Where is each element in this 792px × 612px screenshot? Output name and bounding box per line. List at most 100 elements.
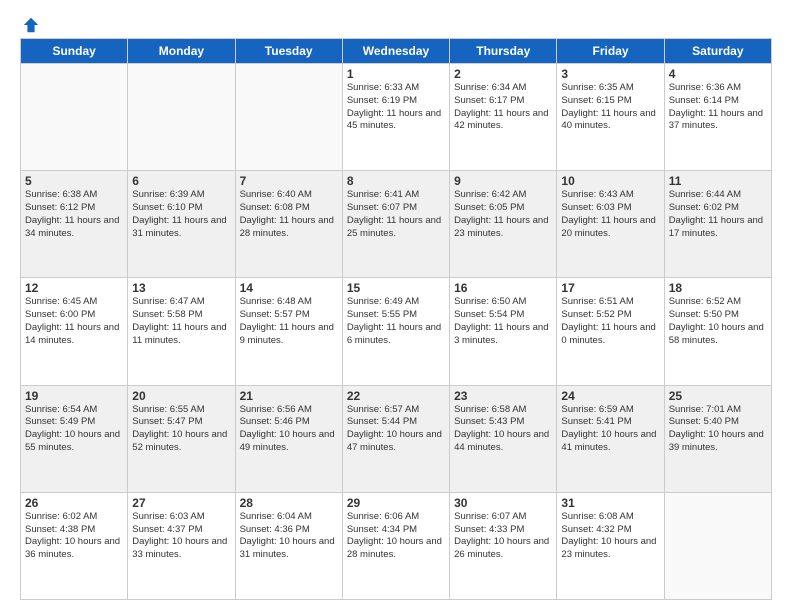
day-info: Sunrise: 6:59 AM Sunset: 5:41 PM Dayligh… <box>561 404 659 455</box>
logo-icon <box>22 16 40 34</box>
day-number: 7 <box>240 174 338 188</box>
day-number: 12 <box>25 281 123 295</box>
day-info: Sunrise: 6:08 AM Sunset: 4:32 PM Dayligh… <box>561 511 659 562</box>
calendar-week-row: 12Sunrise: 6:45 AM Sunset: 6:00 PM Dayli… <box>21 278 772 385</box>
calendar-day-cell: 12Sunrise: 6:45 AM Sunset: 6:00 PM Dayli… <box>21 278 128 385</box>
day-info: Sunrise: 6:42 AM Sunset: 6:05 PM Dayligh… <box>454 189 552 240</box>
calendar-day-cell: 19Sunrise: 6:54 AM Sunset: 5:49 PM Dayli… <box>21 385 128 492</box>
logo-text <box>20 16 40 34</box>
calendar-day-cell <box>664 492 771 599</box>
calendar-day-cell: 13Sunrise: 6:47 AM Sunset: 5:58 PM Dayli… <box>128 278 235 385</box>
weekday-header-cell: Thursday <box>450 39 557 64</box>
day-number: 24 <box>561 389 659 403</box>
day-number: 17 <box>561 281 659 295</box>
calendar-day-cell: 22Sunrise: 6:57 AM Sunset: 5:44 PM Dayli… <box>342 385 449 492</box>
day-number: 16 <box>454 281 552 295</box>
calendar-day-cell: 17Sunrise: 6:51 AM Sunset: 5:52 PM Dayli… <box>557 278 664 385</box>
calendar-day-cell: 24Sunrise: 6:59 AM Sunset: 5:41 PM Dayli… <box>557 385 664 492</box>
weekday-header-cell: Saturday <box>664 39 771 64</box>
calendar-day-cell: 11Sunrise: 6:44 AM Sunset: 6:02 PM Dayli… <box>664 171 771 278</box>
day-info: Sunrise: 6:50 AM Sunset: 5:54 PM Dayligh… <box>454 296 552 347</box>
calendar-day-cell: 31Sunrise: 6:08 AM Sunset: 4:32 PM Dayli… <box>557 492 664 599</box>
weekday-header-cell: Wednesday <box>342 39 449 64</box>
calendar-day-cell: 1Sunrise: 6:33 AM Sunset: 6:19 PM Daylig… <box>342 64 449 171</box>
day-number: 10 <box>561 174 659 188</box>
weekday-header-cell: Friday <box>557 39 664 64</box>
day-number: 9 <box>454 174 552 188</box>
day-info: Sunrise: 6:47 AM Sunset: 5:58 PM Dayligh… <box>132 296 230 347</box>
day-number: 11 <box>669 174 767 188</box>
calendar-day-cell: 10Sunrise: 6:43 AM Sunset: 6:03 PM Dayli… <box>557 171 664 278</box>
day-info: Sunrise: 6:33 AM Sunset: 6:19 PM Dayligh… <box>347 82 445 133</box>
day-number: 4 <box>669 67 767 81</box>
day-info: Sunrise: 6:07 AM Sunset: 4:33 PM Dayligh… <box>454 511 552 562</box>
calendar-day-cell: 5Sunrise: 6:38 AM Sunset: 6:12 PM Daylig… <box>21 171 128 278</box>
day-info: Sunrise: 6:54 AM Sunset: 5:49 PM Dayligh… <box>25 404 123 455</box>
day-number: 13 <box>132 281 230 295</box>
page: SundayMondayTuesdayWednesdayThursdayFrid… <box>0 0 792 612</box>
day-info: Sunrise: 6:36 AM Sunset: 6:14 PM Dayligh… <box>669 82 767 133</box>
day-info: Sunrise: 6:58 AM Sunset: 5:43 PM Dayligh… <box>454 404 552 455</box>
day-info: Sunrise: 6:40 AM Sunset: 6:08 PM Dayligh… <box>240 189 338 240</box>
day-number: 2 <box>454 67 552 81</box>
calendar-day-cell: 30Sunrise: 6:07 AM Sunset: 4:33 PM Dayli… <box>450 492 557 599</box>
day-number: 31 <box>561 496 659 510</box>
calendar-day-cell: 23Sunrise: 6:58 AM Sunset: 5:43 PM Dayli… <box>450 385 557 492</box>
day-info: Sunrise: 6:48 AM Sunset: 5:57 PM Dayligh… <box>240 296 338 347</box>
day-number: 22 <box>347 389 445 403</box>
day-number: 5 <box>25 174 123 188</box>
weekday-header-cell: Tuesday <box>235 39 342 64</box>
day-number: 21 <box>240 389 338 403</box>
day-info: Sunrise: 6:57 AM Sunset: 5:44 PM Dayligh… <box>347 404 445 455</box>
calendar-week-row: 26Sunrise: 6:02 AM Sunset: 4:38 PM Dayli… <box>21 492 772 599</box>
day-number: 20 <box>132 389 230 403</box>
day-info: Sunrise: 7:01 AM Sunset: 5:40 PM Dayligh… <box>669 404 767 455</box>
day-info: Sunrise: 6:56 AM Sunset: 5:46 PM Dayligh… <box>240 404 338 455</box>
calendar-day-cell: 4Sunrise: 6:36 AM Sunset: 6:14 PM Daylig… <box>664 64 771 171</box>
day-info: Sunrise: 6:03 AM Sunset: 4:37 PM Dayligh… <box>132 511 230 562</box>
calendar-day-cell <box>128 64 235 171</box>
day-number: 3 <box>561 67 659 81</box>
day-info: Sunrise: 6:34 AM Sunset: 6:17 PM Dayligh… <box>454 82 552 133</box>
day-info: Sunrise: 6:06 AM Sunset: 4:34 PM Dayligh… <box>347 511 445 562</box>
weekday-header-cell: Monday <box>128 39 235 64</box>
day-info: Sunrise: 6:45 AM Sunset: 6:00 PM Dayligh… <box>25 296 123 347</box>
calendar-day-cell: 27Sunrise: 6:03 AM Sunset: 4:37 PM Dayli… <box>128 492 235 599</box>
calendar-day-cell: 20Sunrise: 6:55 AM Sunset: 5:47 PM Dayli… <box>128 385 235 492</box>
day-number: 1 <box>347 67 445 81</box>
weekday-header-row: SundayMondayTuesdayWednesdayThursdayFrid… <box>21 39 772 64</box>
calendar-day-cell: 14Sunrise: 6:48 AM Sunset: 5:57 PM Dayli… <box>235 278 342 385</box>
day-number: 6 <box>132 174 230 188</box>
day-info: Sunrise: 6:51 AM Sunset: 5:52 PM Dayligh… <box>561 296 659 347</box>
day-number: 26 <box>25 496 123 510</box>
day-number: 30 <box>454 496 552 510</box>
calendar-week-row: 5Sunrise: 6:38 AM Sunset: 6:12 PM Daylig… <box>21 171 772 278</box>
calendar-day-cell <box>21 64 128 171</box>
day-number: 19 <box>25 389 123 403</box>
day-info: Sunrise: 6:04 AM Sunset: 4:36 PM Dayligh… <box>240 511 338 562</box>
calendar-day-cell: 26Sunrise: 6:02 AM Sunset: 4:38 PM Dayli… <box>21 492 128 599</box>
day-number: 28 <box>240 496 338 510</box>
weekday-header-cell: Sunday <box>21 39 128 64</box>
calendar-day-cell: 29Sunrise: 6:06 AM Sunset: 4:34 PM Dayli… <box>342 492 449 599</box>
day-number: 25 <box>669 389 767 403</box>
calendar-week-row: 19Sunrise: 6:54 AM Sunset: 5:49 PM Dayli… <box>21 385 772 492</box>
calendar-day-cell <box>235 64 342 171</box>
calendar-day-cell: 6Sunrise: 6:39 AM Sunset: 6:10 PM Daylig… <box>128 171 235 278</box>
day-number: 14 <box>240 281 338 295</box>
calendar-day-cell: 28Sunrise: 6:04 AM Sunset: 4:36 PM Dayli… <box>235 492 342 599</box>
day-number: 18 <box>669 281 767 295</box>
day-info: Sunrise: 6:35 AM Sunset: 6:15 PM Dayligh… <box>561 82 659 133</box>
calendar-day-cell: 21Sunrise: 6:56 AM Sunset: 5:46 PM Dayli… <box>235 385 342 492</box>
calendar-day-cell: 18Sunrise: 6:52 AM Sunset: 5:50 PM Dayli… <box>664 278 771 385</box>
calendar-day-cell: 9Sunrise: 6:42 AM Sunset: 6:05 PM Daylig… <box>450 171 557 278</box>
day-number: 8 <box>347 174 445 188</box>
day-info: Sunrise: 6:43 AM Sunset: 6:03 PM Dayligh… <box>561 189 659 240</box>
day-number: 29 <box>347 496 445 510</box>
header <box>20 16 772 30</box>
day-number: 23 <box>454 389 552 403</box>
day-info: Sunrise: 6:39 AM Sunset: 6:10 PM Dayligh… <box>132 189 230 240</box>
day-number: 27 <box>132 496 230 510</box>
day-info: Sunrise: 6:55 AM Sunset: 5:47 PM Dayligh… <box>132 404 230 455</box>
day-info: Sunrise: 6:52 AM Sunset: 5:50 PM Dayligh… <box>669 296 767 347</box>
